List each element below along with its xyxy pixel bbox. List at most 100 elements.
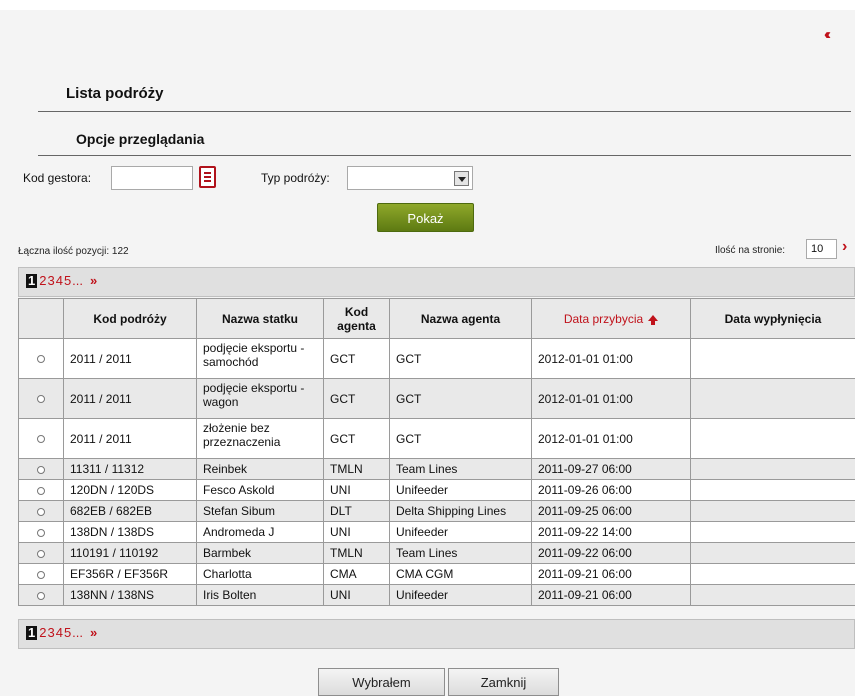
cell-kod-podrozy: 2011 / 2011 xyxy=(63,378,197,419)
cell-data-wyplyniecia xyxy=(690,479,855,501)
cell-kod-agenta: UNI xyxy=(323,521,390,543)
row-radio[interactable] xyxy=(37,528,45,537)
row-radio[interactable] xyxy=(37,395,45,404)
voyage-table: Kod podróży Nazwa statku Kod agenta Nazw… xyxy=(18,298,855,606)
row-select-cell xyxy=(18,584,64,606)
page-link[interactable]: 3 xyxy=(47,273,54,288)
row-select-cell xyxy=(18,563,64,585)
cell-nazwa-statku: Barmbek xyxy=(196,542,324,564)
page-link[interactable]: 3 xyxy=(47,625,54,640)
cell-data-wyplyniecia xyxy=(690,563,855,585)
cell-nazwa-agenta: GCT xyxy=(389,338,532,379)
cell-kod-podrozy: 138NN / 138NS xyxy=(63,584,197,606)
cell-nazwa-agenta: CMA CGM xyxy=(389,563,532,585)
typ-podrozy-label: Typ podróży: xyxy=(261,171,330,185)
cell-kod-podrozy: 682EB / 682EB xyxy=(63,500,197,522)
col-data-przybycia[interactable]: Data przybycia xyxy=(531,298,691,339)
row-select-cell xyxy=(18,521,64,543)
cell-data-przybycia: 2012-01-01 01:00 xyxy=(531,378,691,419)
cell-kod-agenta: UNI xyxy=(323,479,390,501)
page-current: 1 xyxy=(26,273,38,288)
cell-kod-agenta: DLT xyxy=(323,500,390,522)
pager-top: 1 2345... » xyxy=(18,267,855,297)
cell-nazwa-agenta: GCT xyxy=(389,418,532,459)
table-row[interactable]: 2011 / 2011 podjęcie eksportu - samochód G… xyxy=(18,338,855,379)
divider xyxy=(38,155,851,156)
typ-podrozy-select[interactable] xyxy=(347,166,473,190)
page-link[interactable]: 2 xyxy=(39,625,46,640)
close-button[interactable]: Zamknij xyxy=(448,668,559,696)
cell-data-wyplyniecia xyxy=(690,378,855,419)
col-data-przybycia-label: Data przybycia xyxy=(563,311,644,326)
row-select-cell xyxy=(18,479,64,501)
cell-data-przybycia: 2012-01-01 01:00 xyxy=(531,338,691,379)
col-select xyxy=(18,298,64,339)
row-radio[interactable] xyxy=(37,465,45,474)
table-row[interactable]: 138DN / 138DS Andromeda J UNI Unifeeder 2011… xyxy=(18,521,855,543)
collapse-icon[interactable]: ‹‹‹ xyxy=(824,26,831,43)
table-row[interactable]: EF356R / EF356R Charlotta CMA CMA CGM 2011-0… xyxy=(18,563,855,585)
per-page-input[interactable]: 10 xyxy=(806,239,837,259)
cell-data-przybycia: 2011-09-27 06:00 xyxy=(531,458,691,480)
page-ellipsis[interactable]: ... xyxy=(72,625,83,640)
row-select-cell xyxy=(18,338,64,379)
cell-kod-agenta: TMLN xyxy=(323,458,390,480)
chevron-down-icon[interactable] xyxy=(454,171,469,186)
page-link[interactable]: 4 xyxy=(56,273,63,288)
cell-data-wyplyniecia xyxy=(690,458,855,480)
table-row[interactable]: 2011 / 2011 złożenie bez przeznaczenia GCT… xyxy=(18,418,855,459)
table-row[interactable]: 110191 / 110192 Barmbek TMLN Team Lines 2011… xyxy=(18,542,855,564)
row-radio[interactable] xyxy=(37,435,45,444)
chevron-right-icon[interactable]: › xyxy=(842,238,847,256)
row-radio[interactable] xyxy=(37,486,45,495)
cell-nazwa-agenta: Unifeeder xyxy=(389,521,532,543)
row-select-cell xyxy=(18,418,64,459)
per-page-label: Ilość na stronie: xyxy=(715,245,786,256)
page-link[interactable]: 2 xyxy=(39,273,46,288)
cell-nazwa-statku: Iris Bolten xyxy=(196,584,324,606)
col-kod-podrozy[interactable]: Kod podróży xyxy=(63,298,197,339)
next-page-icon[interactable]: » xyxy=(90,273,97,288)
cell-kod-podrozy: 138DN / 138DS xyxy=(63,521,197,543)
table-row[interactable]: 2011 / 2011 podjęcie eksportu - wagon GCT G… xyxy=(18,378,855,419)
cell-nazwa-agenta: Team Lines xyxy=(389,542,532,564)
page-link[interactable]: 5 xyxy=(64,625,71,640)
cell-data-przybycia: 2011-09-21 06:00 xyxy=(531,584,691,606)
col-nazwa-statku[interactable]: Nazwa statku xyxy=(196,298,324,339)
kod-gestora-label: Kod gestora: xyxy=(23,171,92,185)
pager-bottom: 1 2345... » xyxy=(18,619,855,649)
select-button[interactable]: Wybrałem xyxy=(318,668,445,696)
row-select-cell xyxy=(18,542,64,564)
page-link[interactable]: 4 xyxy=(56,625,63,640)
cell-kod-podrozy: 11311 / 11312 xyxy=(63,458,197,480)
page-current: 1 xyxy=(26,625,38,640)
table-row[interactable]: 120DN / 120DS Fesco Askold UNI Unifeeder 201… xyxy=(18,479,855,501)
cell-nazwa-agenta: Unifeeder xyxy=(389,479,532,501)
cell-nazwa-statku: Andromeda J xyxy=(196,521,324,543)
row-radio[interactable] xyxy=(37,355,45,364)
row-radio[interactable] xyxy=(37,549,45,558)
cell-data-przybycia: 2012-01-01 01:00 xyxy=(531,418,691,459)
page-ellipsis[interactable]: ... xyxy=(72,273,83,288)
table-header: Kod podróży Nazwa statku Kod agenta Nazw… xyxy=(18,298,855,339)
table-row[interactable]: 682EB / 682EB Stefan Sibum DLT Delta Shippi… xyxy=(18,500,855,522)
col-kod-agenta[interactable]: Kod agenta xyxy=(323,298,390,339)
table-row[interactable]: 11311 / 11312 Reinbek TMLN Team Lines 2011-0… xyxy=(18,458,855,480)
col-nazwa-agenta[interactable]: Nazwa agenta xyxy=(389,298,532,339)
book-icon[interactable] xyxy=(199,166,216,188)
row-radio[interactable] xyxy=(37,507,45,516)
show-button[interactable]: Pokaż xyxy=(377,203,474,232)
cell-nazwa-statku: Fesco Askold xyxy=(196,479,324,501)
row-radio[interactable] xyxy=(37,570,45,579)
cell-data-przybycia: 2011-09-22 14:00 xyxy=(531,521,691,543)
next-page-icon[interactable]: » xyxy=(90,625,97,640)
total-count: Łączna ilość pozycji: 122 xyxy=(18,246,129,257)
kod-gestora-input[interactable] xyxy=(111,166,193,190)
cell-data-wyplyniecia xyxy=(690,542,855,564)
table-row[interactable]: 138NN / 138NS Iris Bolten UNI Unifeeder 2011… xyxy=(18,584,855,606)
cell-data-wyplyniecia xyxy=(690,338,855,379)
page-link[interactable]: 5 xyxy=(64,273,71,288)
cell-nazwa-statku: Charlotta xyxy=(196,563,324,585)
col-data-wyplyniecia[interactable]: Data wypłynięcia xyxy=(690,298,855,339)
row-radio[interactable] xyxy=(37,591,45,600)
